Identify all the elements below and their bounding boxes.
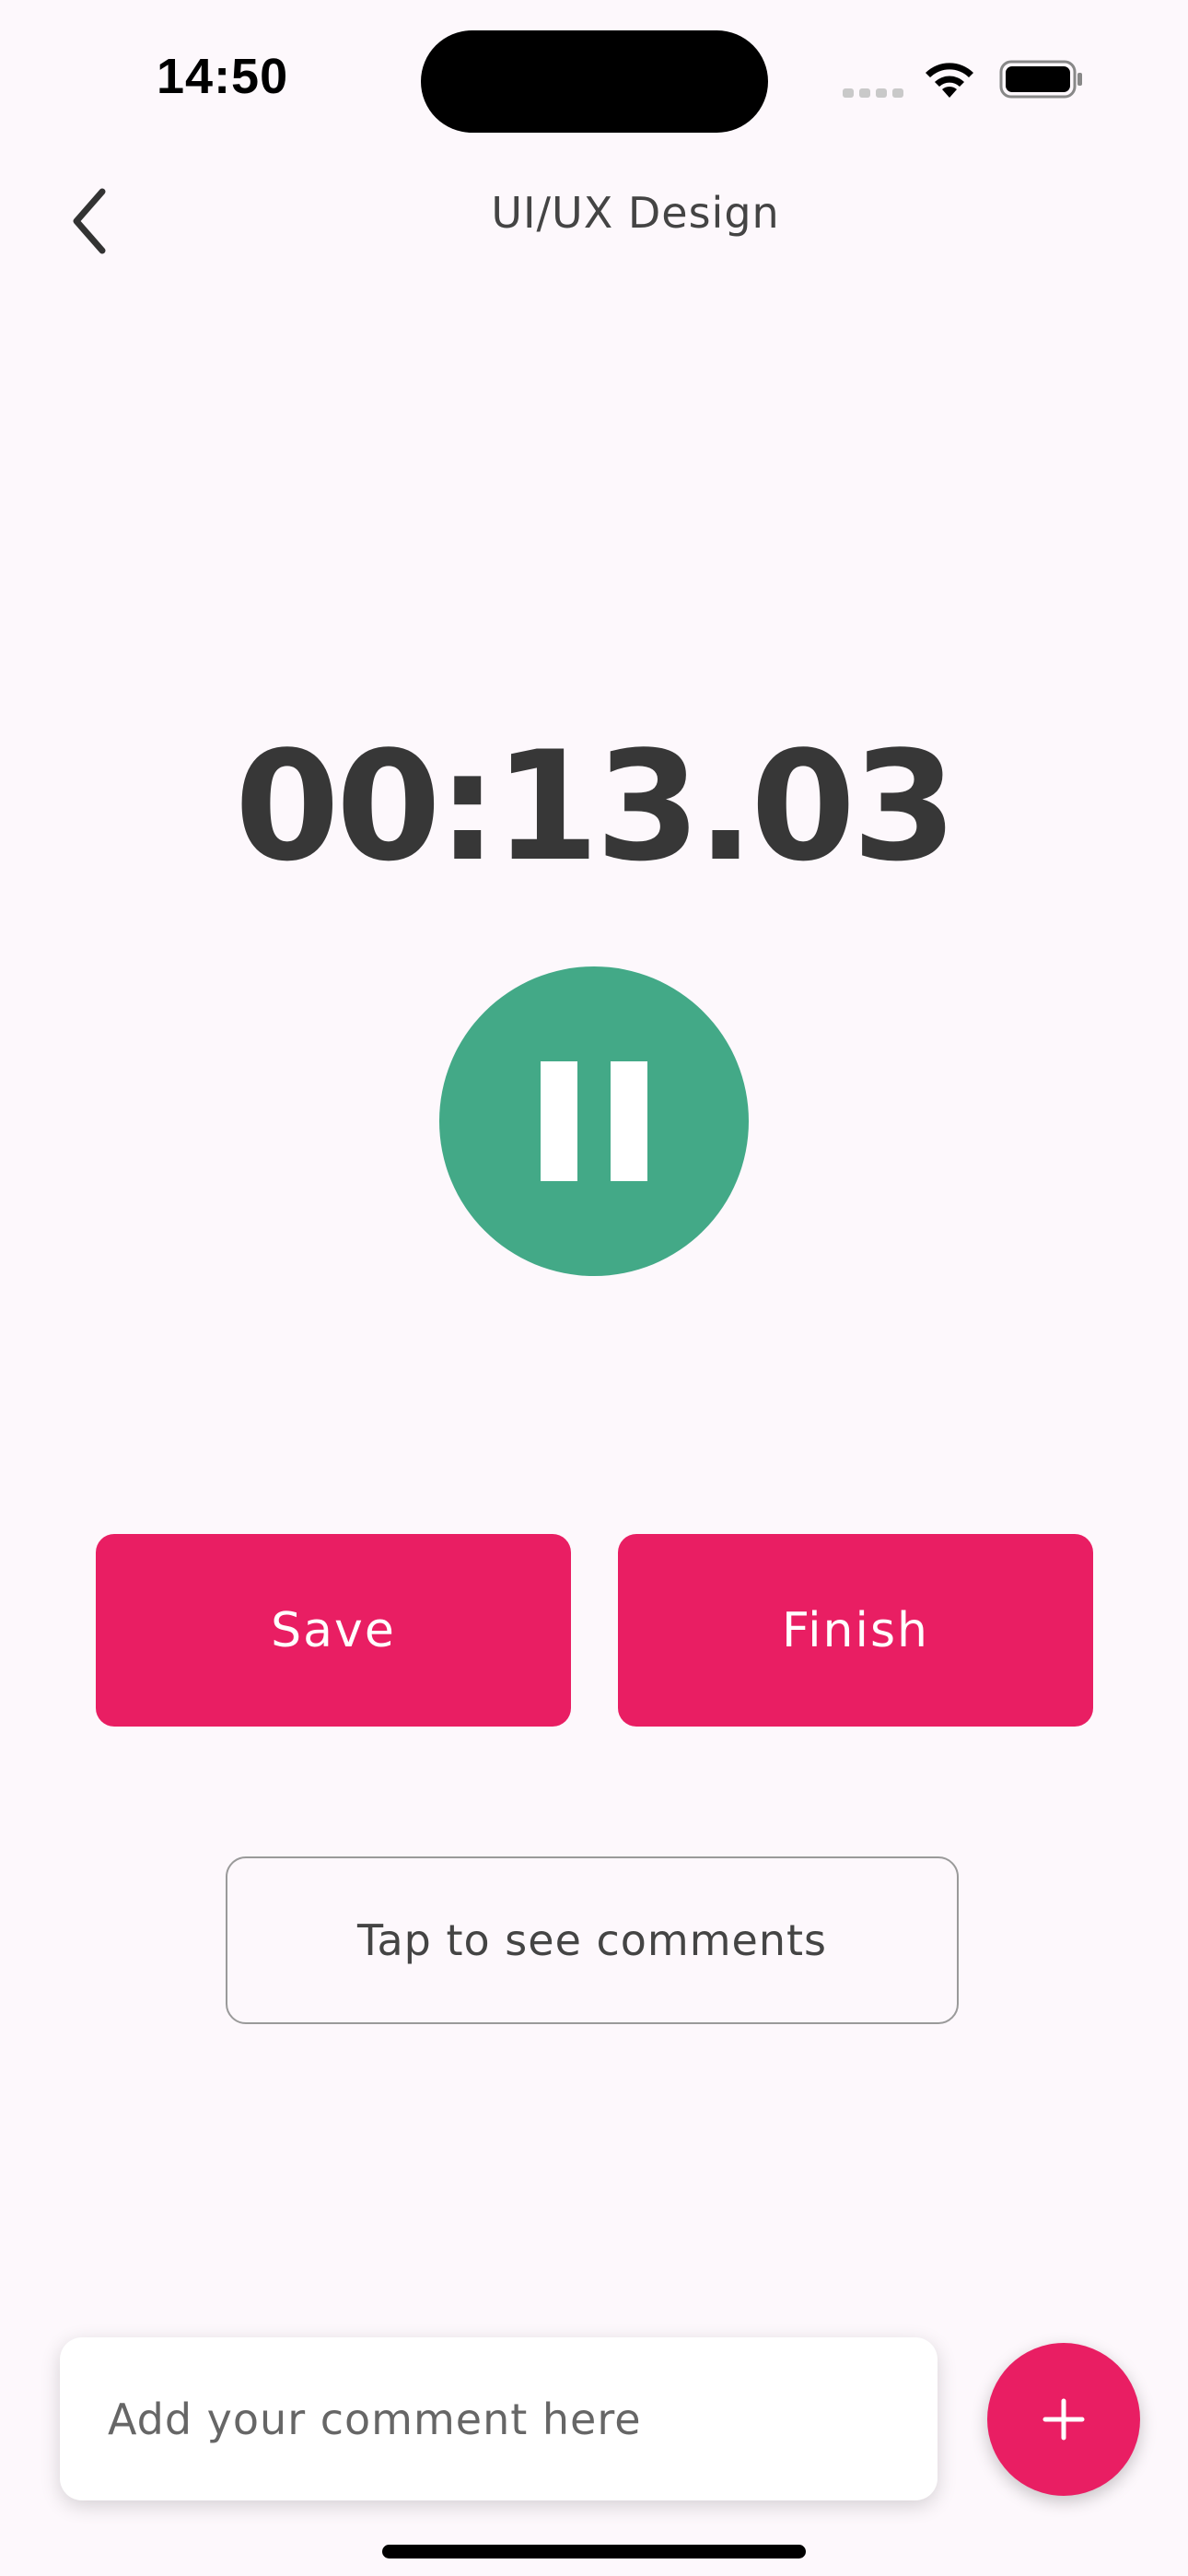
battery-icon <box>999 60 1082 99</box>
finish-button[interactable]: Finish <box>618 1534 1093 1727</box>
see-comments-button[interactable]: Tap to see comments <box>226 1856 959 2024</box>
dynamic-island <box>421 30 768 133</box>
home-indicator <box>382 2545 806 2558</box>
back-button[interactable] <box>53 175 127 267</box>
comment-input-container <box>60 2337 938 2500</box>
cellular-signal-icon <box>843 85 905 98</box>
page-title: UI/UX Design <box>491 188 780 238</box>
wifi-icon <box>926 63 973 98</box>
status-time: 14:50 <box>157 49 289 104</box>
plus-icon <box>1042 2398 1085 2441</box>
save-button[interactable]: Save <box>96 1534 571 1727</box>
comment-input[interactable] <box>60 2337 938 2500</box>
add-comment-button[interactable] <box>987 2343 1140 2496</box>
pause-button[interactable] <box>439 966 749 1276</box>
chevron-left-icon <box>73 188 106 254</box>
timer-display: 00:13.03 <box>234 719 958 895</box>
